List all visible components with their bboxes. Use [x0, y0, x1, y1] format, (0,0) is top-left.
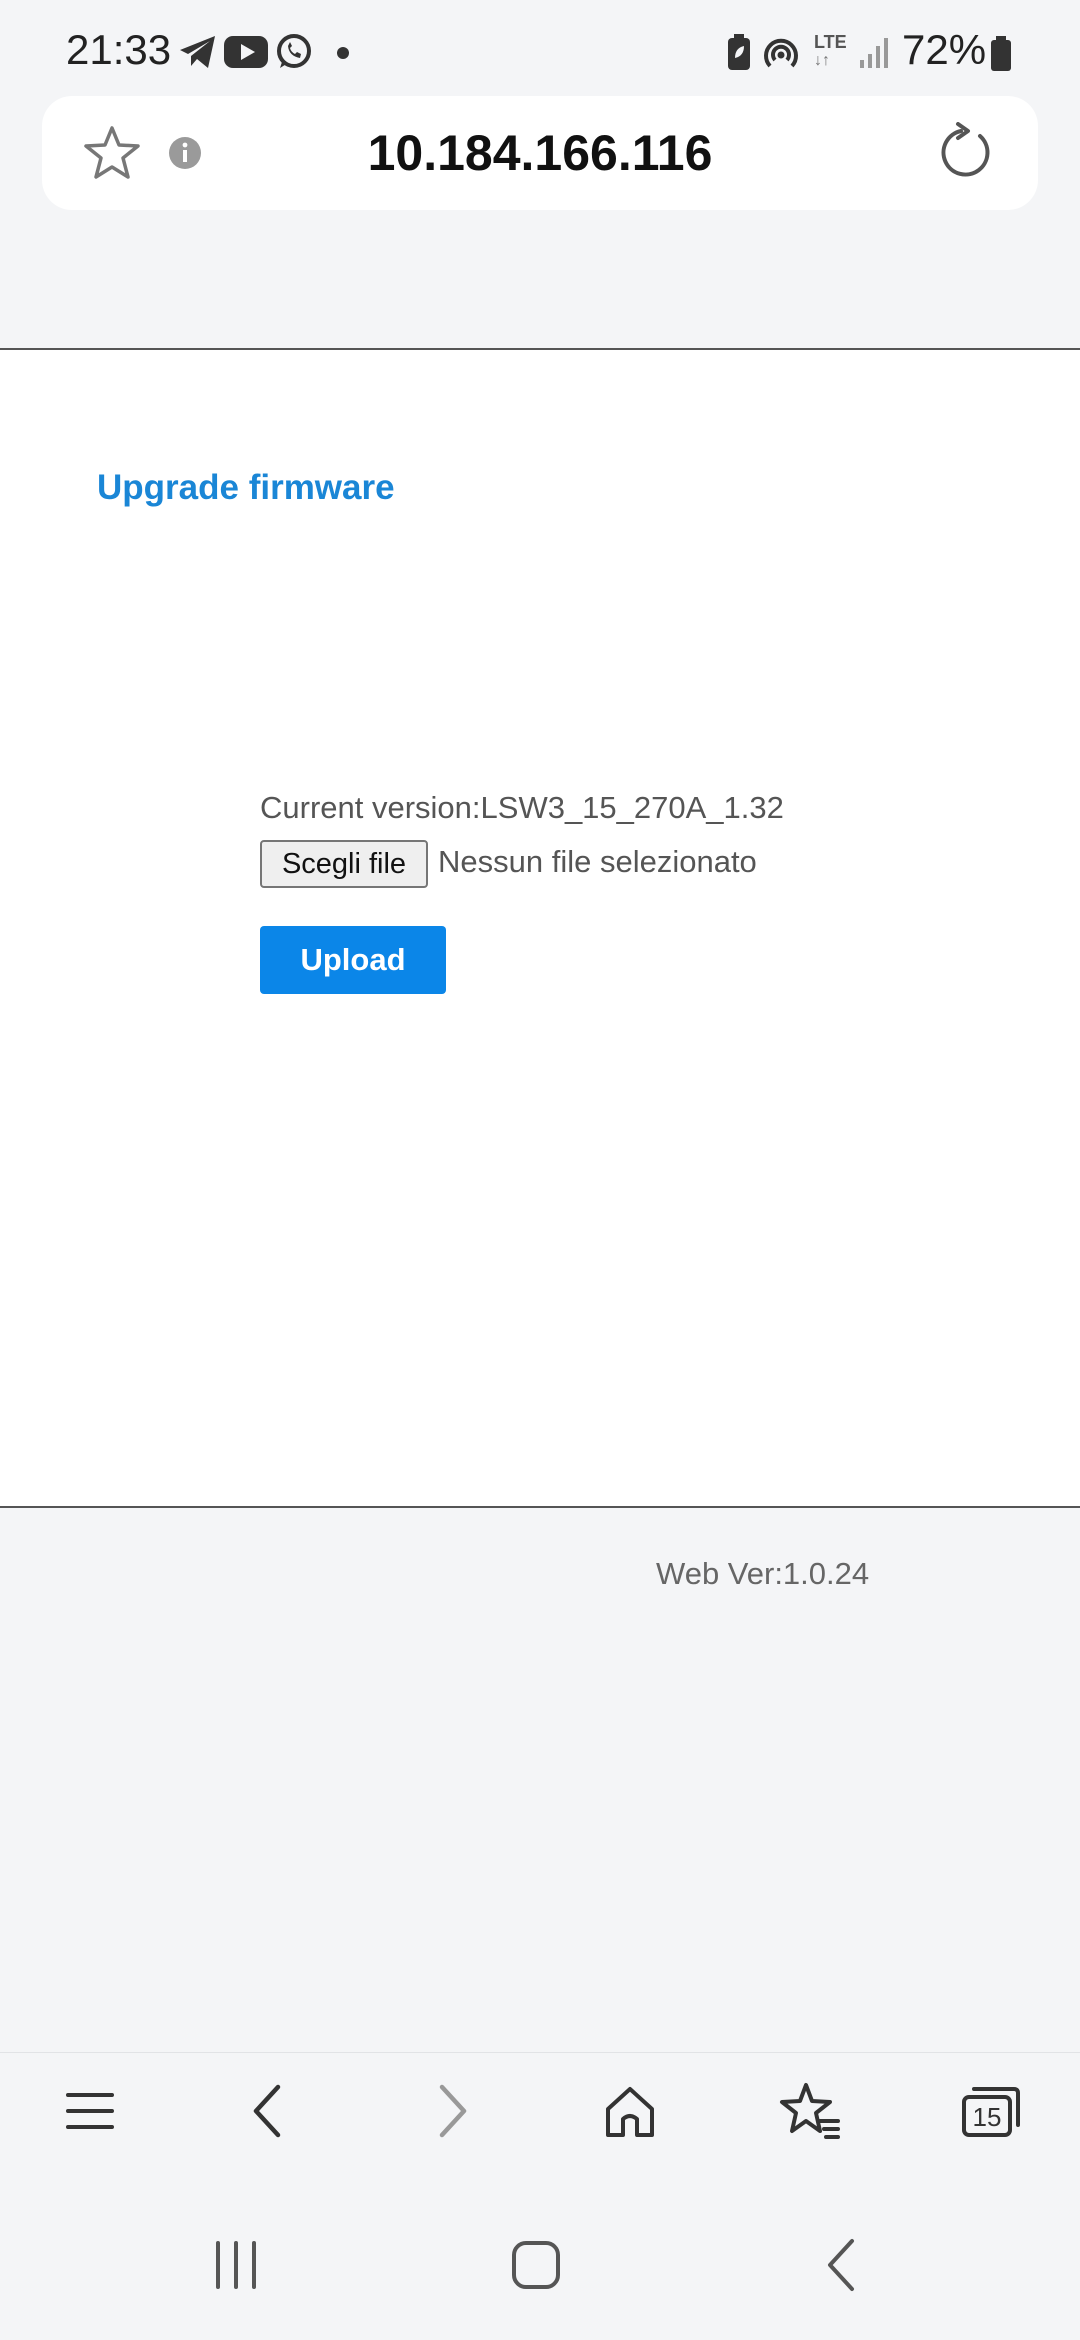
page-title: Upgrade firmware [97, 468, 395, 507]
tabs-button[interactable]: 15 [930, 2053, 1050, 2191]
file-status-text: Nessun file selezionato [438, 844, 757, 879]
battery-saver-icon [728, 34, 750, 70]
url-text[interactable]: 10.184.166.116 [42, 96, 1038, 210]
chevron-left-icon [253, 2084, 281, 2138]
page-content: Upgrade firmware Current version:LSW3_15… [0, 348, 1080, 1508]
recent-apps-icon [216, 2241, 256, 2289]
battery-icon [991, 36, 1011, 71]
back-button[interactable] [208, 2053, 328, 2191]
page-header-area [0, 226, 1080, 348]
system-back-button[interactable] [772, 2190, 912, 2340]
home-square-icon [512, 2241, 560, 2289]
signal-icon [860, 38, 888, 68]
status-bar: 21:33 LTE ↓↑ 72% [0, 0, 1080, 96]
browser-toolbar: 15 [0, 2052, 1080, 2191]
battery-percent: 72% [902, 26, 987, 73]
choose-file-button[interactable]: Scegli file [260, 840, 428, 888]
system-home-button[interactable] [466, 2190, 606, 2340]
hotspot-icon [764, 38, 798, 68]
reload-icon[interactable] [934, 122, 996, 184]
status-time: 21:33 [66, 26, 172, 73]
whatsapp-icon [277, 34, 311, 68]
home-icon [606, 2087, 654, 2137]
upload-button[interactable]: Upload [260, 926, 446, 994]
back-chevron-icon [828, 2239, 854, 2291]
menu-button[interactable] [30, 2053, 150, 2191]
bookmarks-button[interactable] [750, 2053, 870, 2191]
dot-icon [337, 47, 349, 59]
system-navigation-bar [0, 2190, 1080, 2340]
hamburger-menu-icon [66, 2093, 114, 2129]
recent-apps-button[interactable] [166, 2190, 306, 2340]
bookmarks-star-icon [780, 2083, 840, 2139]
current-version-text: Current version:LSW3_15_270A_1.32 [260, 790, 784, 825]
youtube-icon [224, 36, 268, 68]
forward-button[interactable] [392, 2053, 512, 2191]
tabs-count: 15 [973, 2102, 1002, 2132]
telegram-icon [180, 36, 215, 68]
tabs-icon: 15 [962, 2087, 1020, 2137]
lte-icon: LTE ↓↑ [814, 32, 847, 69]
web-version-text: Web Ver:1.0.24 [656, 1556, 870, 1591]
chevron-right-icon [439, 2084, 467, 2138]
home-button[interactable] [570, 2053, 690, 2191]
address-bar[interactable]: 10.184.166.116 [42, 96, 1038, 210]
